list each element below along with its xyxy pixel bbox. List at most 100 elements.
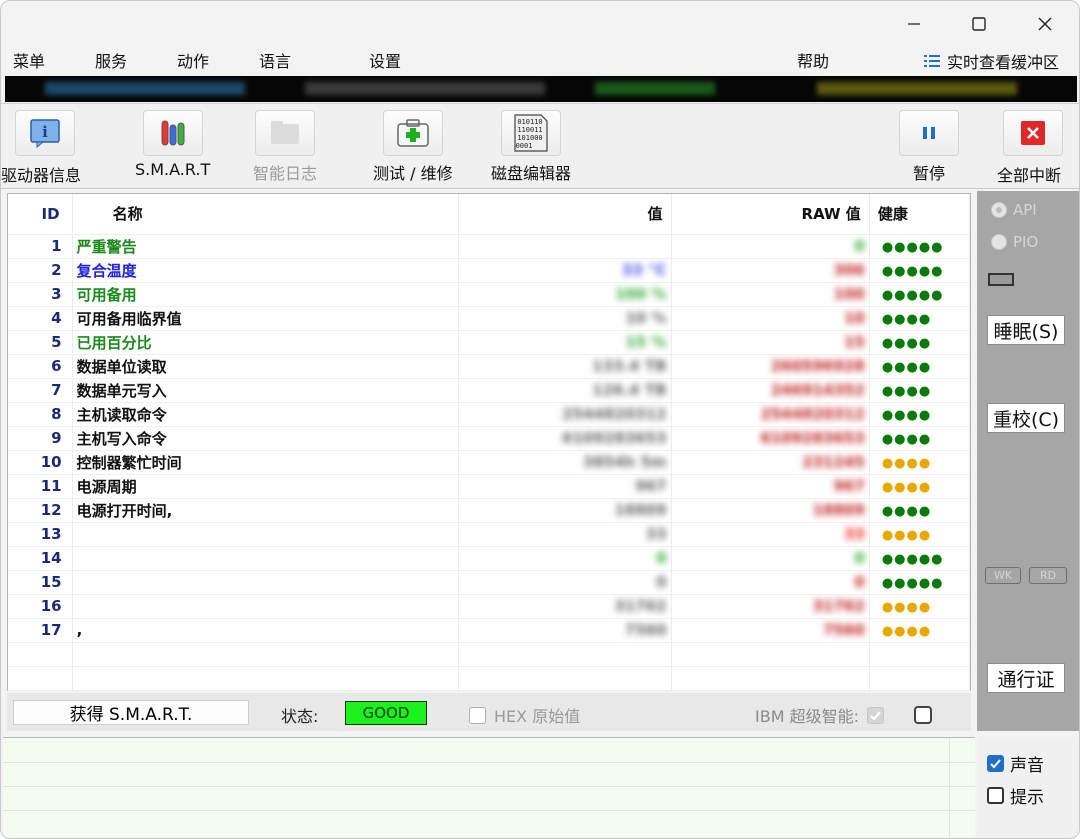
table-row[interactable]: 17, 7560 7560 ●●●● bbox=[8, 618, 971, 643]
recalibrate-button[interactable]: 重校(C) bbox=[987, 403, 1065, 433]
bottom-right-options: 声音 提示 bbox=[977, 737, 1079, 838]
menu-item-menu[interactable]: 菜单 bbox=[13, 48, 45, 72]
smart-label: S.M.A.R.T bbox=[135, 160, 211, 179]
log-grid-line bbox=[3, 786, 975, 787]
smart-icon-box bbox=[142, 110, 203, 156]
table-row[interactable]: 16 31762 31762 ●●●● bbox=[8, 594, 971, 619]
row-value: 31762 bbox=[614, 597, 667, 615]
table-row[interactable]: 5 已用百分比 15 % 15 ●●●● bbox=[8, 330, 971, 355]
row-raw-value: 33 bbox=[843, 525, 865, 543]
row-id: 9 bbox=[8, 426, 73, 451]
row-value: 33 °C bbox=[621, 261, 667, 279]
svg-text:110011: 110011 bbox=[517, 126, 542, 134]
row-id: 8 bbox=[8, 402, 73, 427]
table-row[interactable]: 8 主机读取命令 2544820312 2544820312 ●●●● bbox=[8, 402, 971, 427]
table-row[interactable]: 13 33 33 ●●●● bbox=[8, 522, 971, 547]
hint-label: 提示 bbox=[1010, 788, 1044, 808]
header-health[interactable]: 健康 bbox=[869, 194, 971, 235]
ibm-super-smart-checkbox[interactable] bbox=[866, 706, 884, 724]
row-value: 6109283653 bbox=[562, 429, 667, 447]
row-raw-value: 231245 bbox=[802, 453, 865, 471]
extra-checkbox[interactable] bbox=[913, 706, 932, 724]
hint-checkbox-box[interactable] bbox=[987, 787, 1004, 804]
hint-checkbox[interactable]: 提示 bbox=[987, 783, 1044, 808]
row-raw-value: 967 bbox=[833, 477, 865, 495]
log-area[interactable] bbox=[3, 737, 975, 838]
row-name: 可用备用临界值 bbox=[72, 306, 460, 331]
menu-item-help[interactable]: 帮助 bbox=[797, 48, 829, 72]
drive-status-strip bbox=[5, 76, 1077, 102]
row-health-dots: ●●●● bbox=[881, 600, 932, 615]
sound-checkbox-box[interactable] bbox=[987, 755, 1004, 772]
close-button[interactable] bbox=[1022, 7, 1068, 41]
first-aid-kit-icon bbox=[397, 119, 429, 147]
log-grid-line bbox=[3, 762, 975, 763]
row-value: 100 % bbox=[614, 285, 667, 303]
api-radio[interactable]: API bbox=[991, 201, 1037, 219]
strip-segment bbox=[45, 82, 245, 95]
row-id: 5 bbox=[8, 330, 73, 355]
smart-log-button[interactable]: 智能日志 bbox=[253, 110, 317, 184]
table-row[interactable]: 2 复合温度 33 °C 306 ●●●●● bbox=[8, 258, 971, 283]
pio-radio[interactable]: PIO bbox=[991, 233, 1038, 251]
row-raw-value: 0 bbox=[854, 237, 865, 255]
menu-bar: 菜单 服务 动作 语言 设置 帮助 实时查看缓冲区 bbox=[1, 45, 1079, 73]
svg-text:i: i bbox=[42, 123, 48, 141]
table-row[interactable]: 11 电源周期 967 967 ●●●● bbox=[8, 474, 971, 499]
svg-text:010110: 010110 bbox=[517, 118, 542, 126]
row-id: 2 bbox=[8, 258, 73, 283]
check-icon bbox=[870, 710, 881, 720]
row-value: 967 bbox=[635, 477, 667, 495]
smart-log-label: 智能日志 bbox=[253, 164, 318, 183]
menu-item-settings[interactable]: 设置 bbox=[369, 48, 401, 72]
disk-editor-button[interactable]: 010110 110011 101000 0001 磁盘编辑器 bbox=[491, 110, 571, 184]
drive-info-button[interactable]: i bbox=[15, 110, 75, 156]
maximize-button[interactable] bbox=[956, 7, 1002, 41]
minimize-button[interactable] bbox=[891, 7, 937, 41]
table-row[interactable]: 9 主机写入命令 6109283653 6109283653 ●●●● bbox=[8, 426, 971, 451]
row-value: 0 bbox=[656, 573, 667, 591]
ibm-super-smart: IBM 超级智能: bbox=[755, 703, 932, 727]
smart-button[interactable]: S.M.A.R.T bbox=[135, 110, 210, 179]
header-id[interactable]: ID bbox=[8, 194, 73, 235]
right-control-panel: API PIO 睡眠(S) 重校(C) WK RD 通行证 bbox=[977, 191, 1079, 731]
table-row[interactable]: 10 控制器繁忙时间 3854h 5m 231245 ●●●● bbox=[8, 450, 971, 475]
hex-raw-checkbox[interactable]: HEX 原始值 bbox=[469, 703, 580, 727]
pause-button[interactable]: 暂停 bbox=[899, 110, 959, 184]
sound-checkbox[interactable]: 声音 bbox=[987, 751, 1044, 776]
get-smart-button[interactable]: 获得 S.M.A.R.T. bbox=[13, 700, 249, 725]
realtime-buffer-button[interactable]: 实时查看缓冲区 bbox=[923, 49, 1059, 73]
passport-button[interactable]: 通行证 bbox=[987, 663, 1065, 693]
hex-raw-checkbox-box[interactable] bbox=[469, 706, 486, 724]
main-window: 菜单 服务 动作 语言 设置 帮助 实时查看缓冲区 i 驱动器信息 S.M.A.… bbox=[0, 0, 1080, 839]
maximize-icon bbox=[972, 17, 986, 31]
check-icon bbox=[990, 759, 1001, 769]
minimize-icon bbox=[908, 23, 920, 25]
row-health-dots: ●●●● bbox=[881, 360, 932, 375]
table-row[interactable]: 6 数据单位读取 133.4 TB 260596928 ●●●● bbox=[8, 354, 971, 379]
row-name: 电源打开时间, bbox=[72, 498, 460, 523]
table-row[interactable]: 3 可用备用 100 % 100 ●●●●● bbox=[8, 282, 971, 307]
menu-item-service[interactable]: 服务 bbox=[95, 48, 127, 72]
row-health-dots: ●●●● bbox=[881, 480, 932, 495]
sleep-button[interactable]: 睡眠(S) bbox=[987, 315, 1065, 345]
drive-info-label: 驱动器信息 bbox=[1, 166, 82, 185]
menu-item-action[interactable]: 动作 bbox=[177, 48, 209, 72]
table-row[interactable]: 4 可用备用临界值 10 % 10 ●●●● bbox=[8, 306, 971, 331]
row-id: 13 bbox=[8, 522, 73, 547]
header-value[interactable]: 值 bbox=[458, 194, 672, 235]
table-row[interactable]: 1 严重警告 0 ●●●●● bbox=[8, 234, 971, 259]
header-raw[interactable]: RAW 值 bbox=[671, 194, 870, 235]
header-name[interactable]: 名称 bbox=[72, 194, 460, 235]
table-row[interactable]: 14 0 0 ●●●●● bbox=[8, 546, 971, 571]
pio-radio-dot bbox=[991, 234, 1007, 250]
menu-item-language[interactable]: 语言 bbox=[259, 48, 291, 72]
table-header-row: ID 名称 值 RAW 值 健康 bbox=[8, 194, 971, 235]
test-repair-button[interactable]: 测试 / 维修 bbox=[373, 110, 453, 184]
log-grid-vline bbox=[949, 738, 950, 838]
table-row[interactable]: 7 数据单元写入 126.4 TB 246914352 ●●●● bbox=[8, 378, 971, 403]
table-row[interactable]: 12 电源打开时间, 18809 18809 ●●●● bbox=[8, 498, 971, 523]
abort-all-button[interactable] bbox=[1003, 110, 1063, 156]
row-health-dots: ●●●● bbox=[881, 504, 932, 519]
table-row[interactable]: 15 0 0 ●●●●● bbox=[8, 570, 971, 595]
